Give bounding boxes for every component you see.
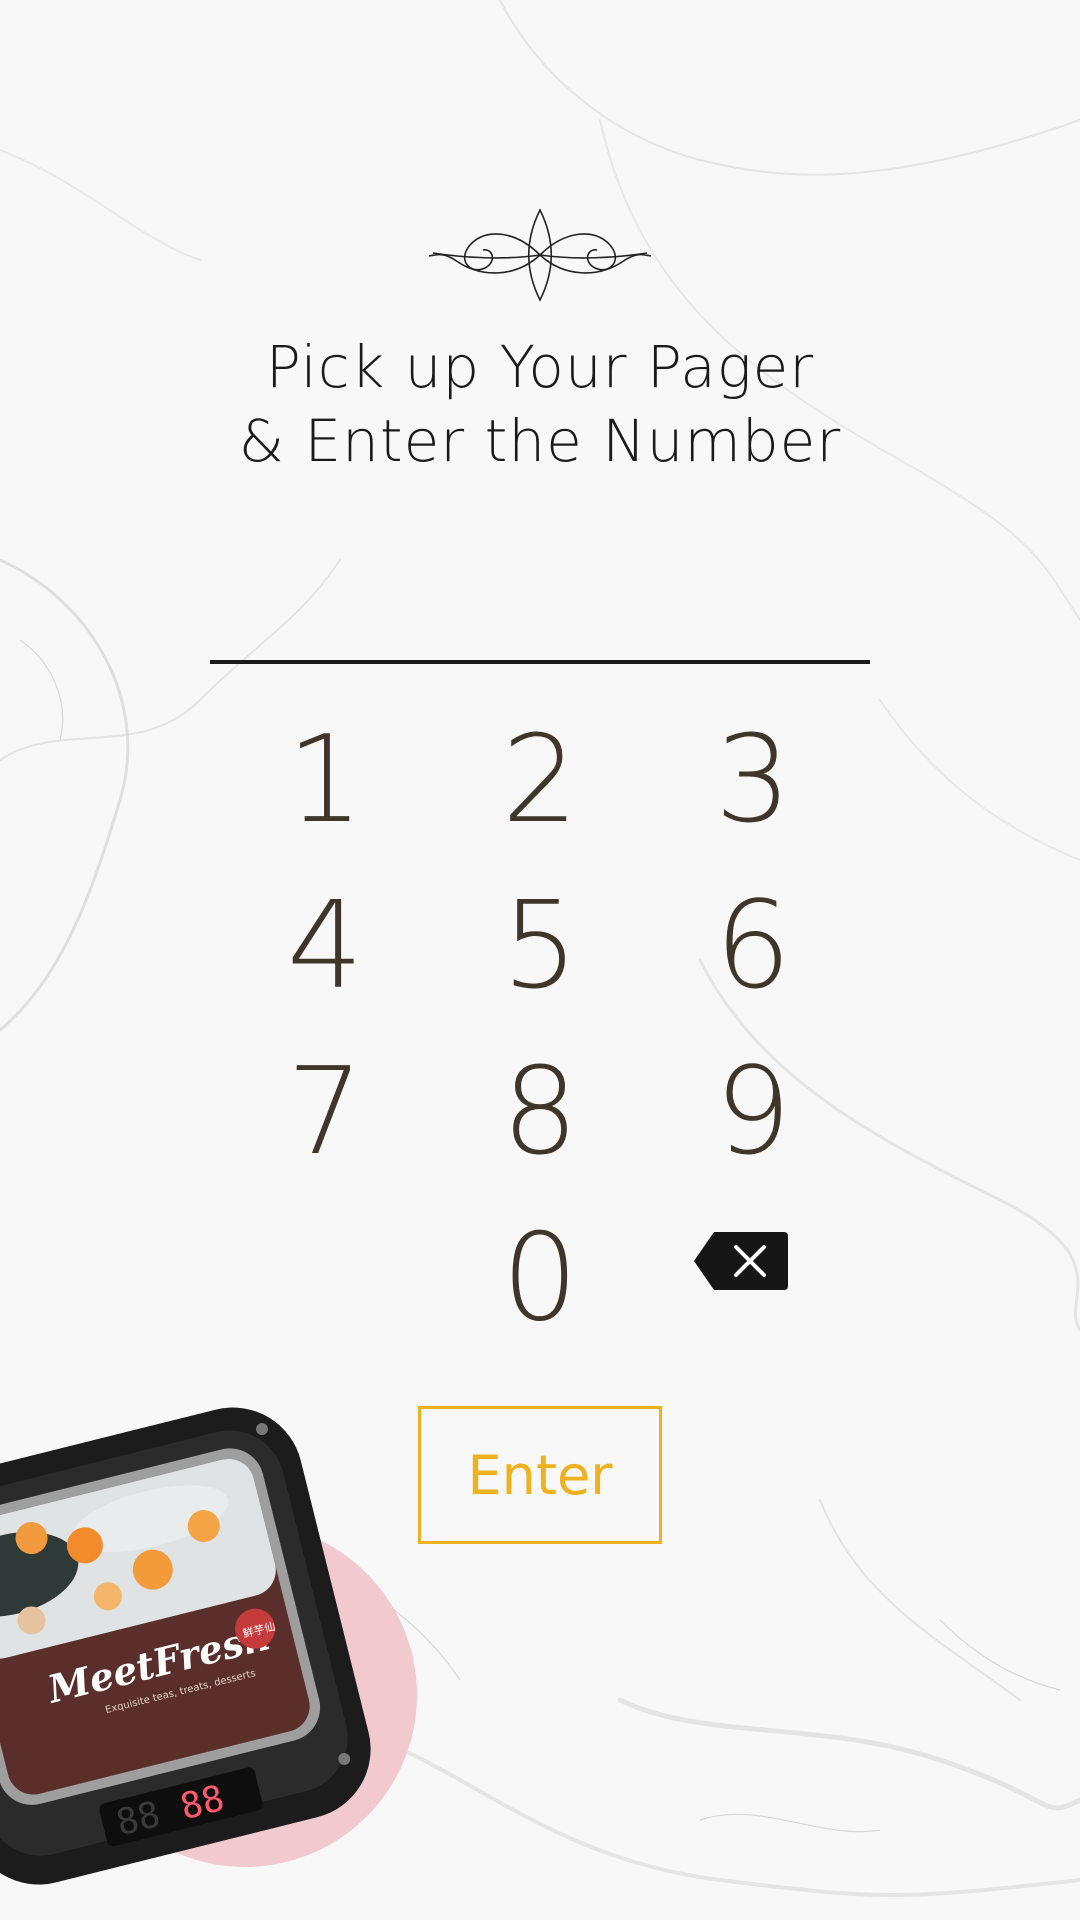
- key-9[interactable]: 9: [673, 1042, 833, 1182]
- backspace-icon[interactable]: [692, 1228, 790, 1294]
- key-7[interactable]: 7: [245, 1042, 405, 1182]
- enter-button[interactable]: Enter: [418, 1406, 662, 1544]
- key-1[interactable]: 1: [245, 710, 405, 850]
- enter-button-label: Enter: [467, 1443, 613, 1507]
- pager-number-input[interactable]: [210, 560, 870, 664]
- ornament-flourish-icon: [428, 208, 652, 302]
- key-8[interactable]: 8: [460, 1042, 620, 1182]
- key-3[interactable]: 3: [673, 710, 833, 850]
- key-2[interactable]: 2: [460, 710, 620, 850]
- page-title: Pick up Your Pager & Enter the Number: [0, 330, 1080, 478]
- key-5[interactable]: 5: [460, 876, 620, 1016]
- key-0[interactable]: 0: [460, 1208, 620, 1348]
- key-4[interactable]: 4: [245, 876, 405, 1016]
- title-line-1: Pick up Your Pager: [265, 333, 815, 401]
- title-line-2: & Enter the Number: [238, 407, 842, 475]
- key-6[interactable]: 6: [673, 876, 833, 1016]
- pager-device-image: MeetFresh 鮮芋仙 Exquisite teas, treats, de…: [0, 1407, 417, 1885]
